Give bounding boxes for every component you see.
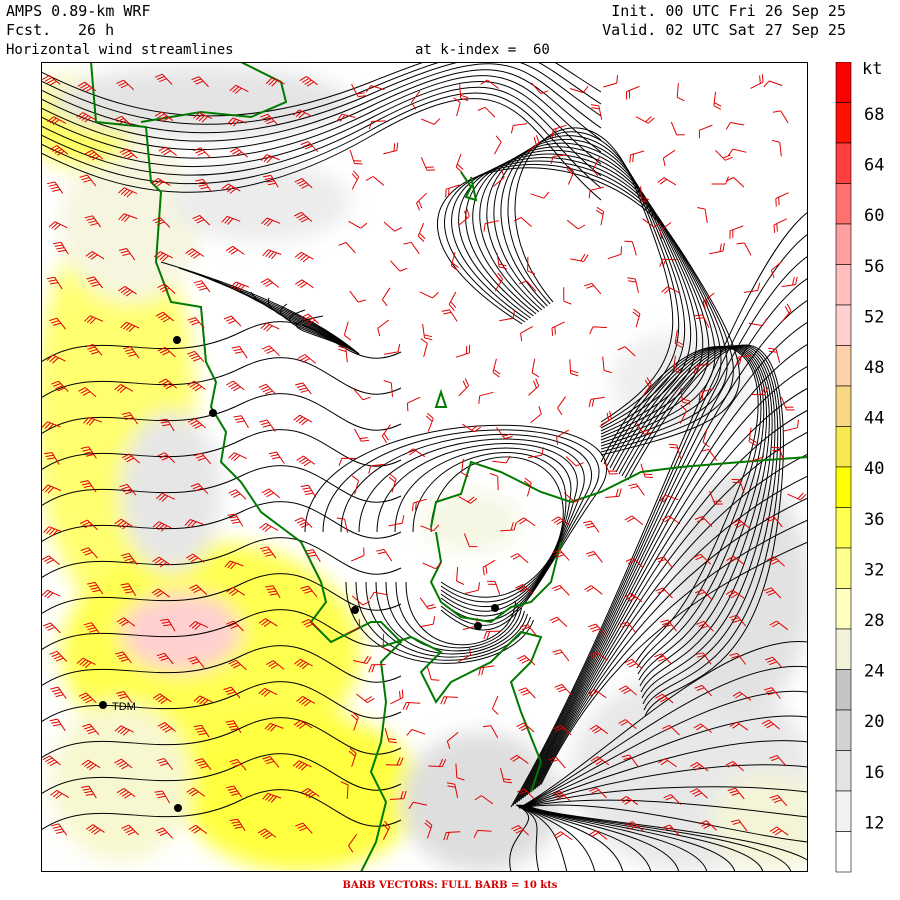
colorbar-label: 60 xyxy=(864,206,884,226)
colorbar-label: 32 xyxy=(864,560,884,580)
colorbar-label: 28 xyxy=(864,611,884,631)
colorbar-label: 36 xyxy=(864,510,884,530)
barb-legend: BARB VECTORS: FULL BARB = 10 kts xyxy=(342,880,558,891)
station-marker xyxy=(351,606,359,614)
colorbar-swatch xyxy=(835,142,852,184)
colorbar-swatch xyxy=(835,588,852,630)
valid-label: Valid. xyxy=(602,21,657,39)
colorbar-swatch xyxy=(835,264,852,306)
colorbar-label: 20 xyxy=(864,712,884,732)
colorbar-swatch xyxy=(835,102,852,144)
colorbar-swatch xyxy=(835,466,852,508)
model-title: AMPS 0.89-km WRF xyxy=(6,2,151,20)
station-marker xyxy=(99,701,107,709)
init-label: Init. xyxy=(611,2,657,20)
colorbar-swatch xyxy=(835,628,852,670)
valid-time: Valid. 02 UTC Sat 27 Sep 25 xyxy=(602,22,846,38)
colorbar-swatch xyxy=(835,709,852,751)
colorbar-label: 24 xyxy=(864,662,884,682)
valid-value: 02 UTC Sat 27 Sep 25 xyxy=(665,21,846,39)
level-label: at k-index = 60 xyxy=(415,42,550,58)
station-marker xyxy=(209,409,217,417)
colorbar-label: 16 xyxy=(864,763,884,783)
station-label: TDM xyxy=(112,701,136,713)
station-marker xyxy=(491,604,499,612)
product-title: Horizontal wind streamlines xyxy=(6,42,234,58)
colorbar-labels: 68 64 60 56 52 48 44 40 36 32 28 24 20 16 12 xyxy=(864,105,884,833)
colorbar-swatch xyxy=(835,183,852,225)
colorbar-label: 64 xyxy=(864,156,884,176)
colorbar-swatch xyxy=(835,831,852,873)
colorbar-label: 44 xyxy=(864,409,884,429)
init-time: Init. 00 UTC Fri 26 Sep 25 xyxy=(611,3,846,19)
colorbar-swatch xyxy=(835,669,852,711)
colorbar-swatch xyxy=(835,62,852,103)
colorbar-label: 40 xyxy=(864,459,884,479)
colorbar-label: 52 xyxy=(864,307,884,327)
init-value: 00 UTC Fri 26 Sep 25 xyxy=(665,2,846,20)
station-marker xyxy=(174,804,182,812)
station-marker xyxy=(173,336,181,344)
colorbar-unit: kt xyxy=(862,62,882,79)
station-marker xyxy=(474,622,482,630)
colorbar-swatch xyxy=(835,385,852,427)
colorbar-swatch xyxy=(835,507,852,549)
colorbar-label: 12 xyxy=(864,813,884,833)
colorbar-swatch xyxy=(835,547,852,589)
colorbar-swatch xyxy=(835,345,852,387)
colorbar-swatch xyxy=(835,426,852,468)
forecast-hour: 26 h xyxy=(78,21,115,39)
colorbar-label: 68 xyxy=(864,105,884,125)
streamline-map: TDM xyxy=(41,62,808,872)
colorbar-swatch xyxy=(835,223,852,265)
colorbar-label: 56 xyxy=(864,257,884,277)
colorbar-swatches xyxy=(835,62,852,873)
colorbar-label: 48 xyxy=(864,358,884,378)
colorbar-swatch xyxy=(835,750,852,792)
colorbar-swatch xyxy=(835,790,852,832)
colorbar-swatch xyxy=(835,304,852,346)
colorbar: kt 68 64 60 56 52 48 44 40 36 32 28 24 20 16 12 xyxy=(835,62,884,873)
forecast-label: Fcst. xyxy=(6,21,52,39)
